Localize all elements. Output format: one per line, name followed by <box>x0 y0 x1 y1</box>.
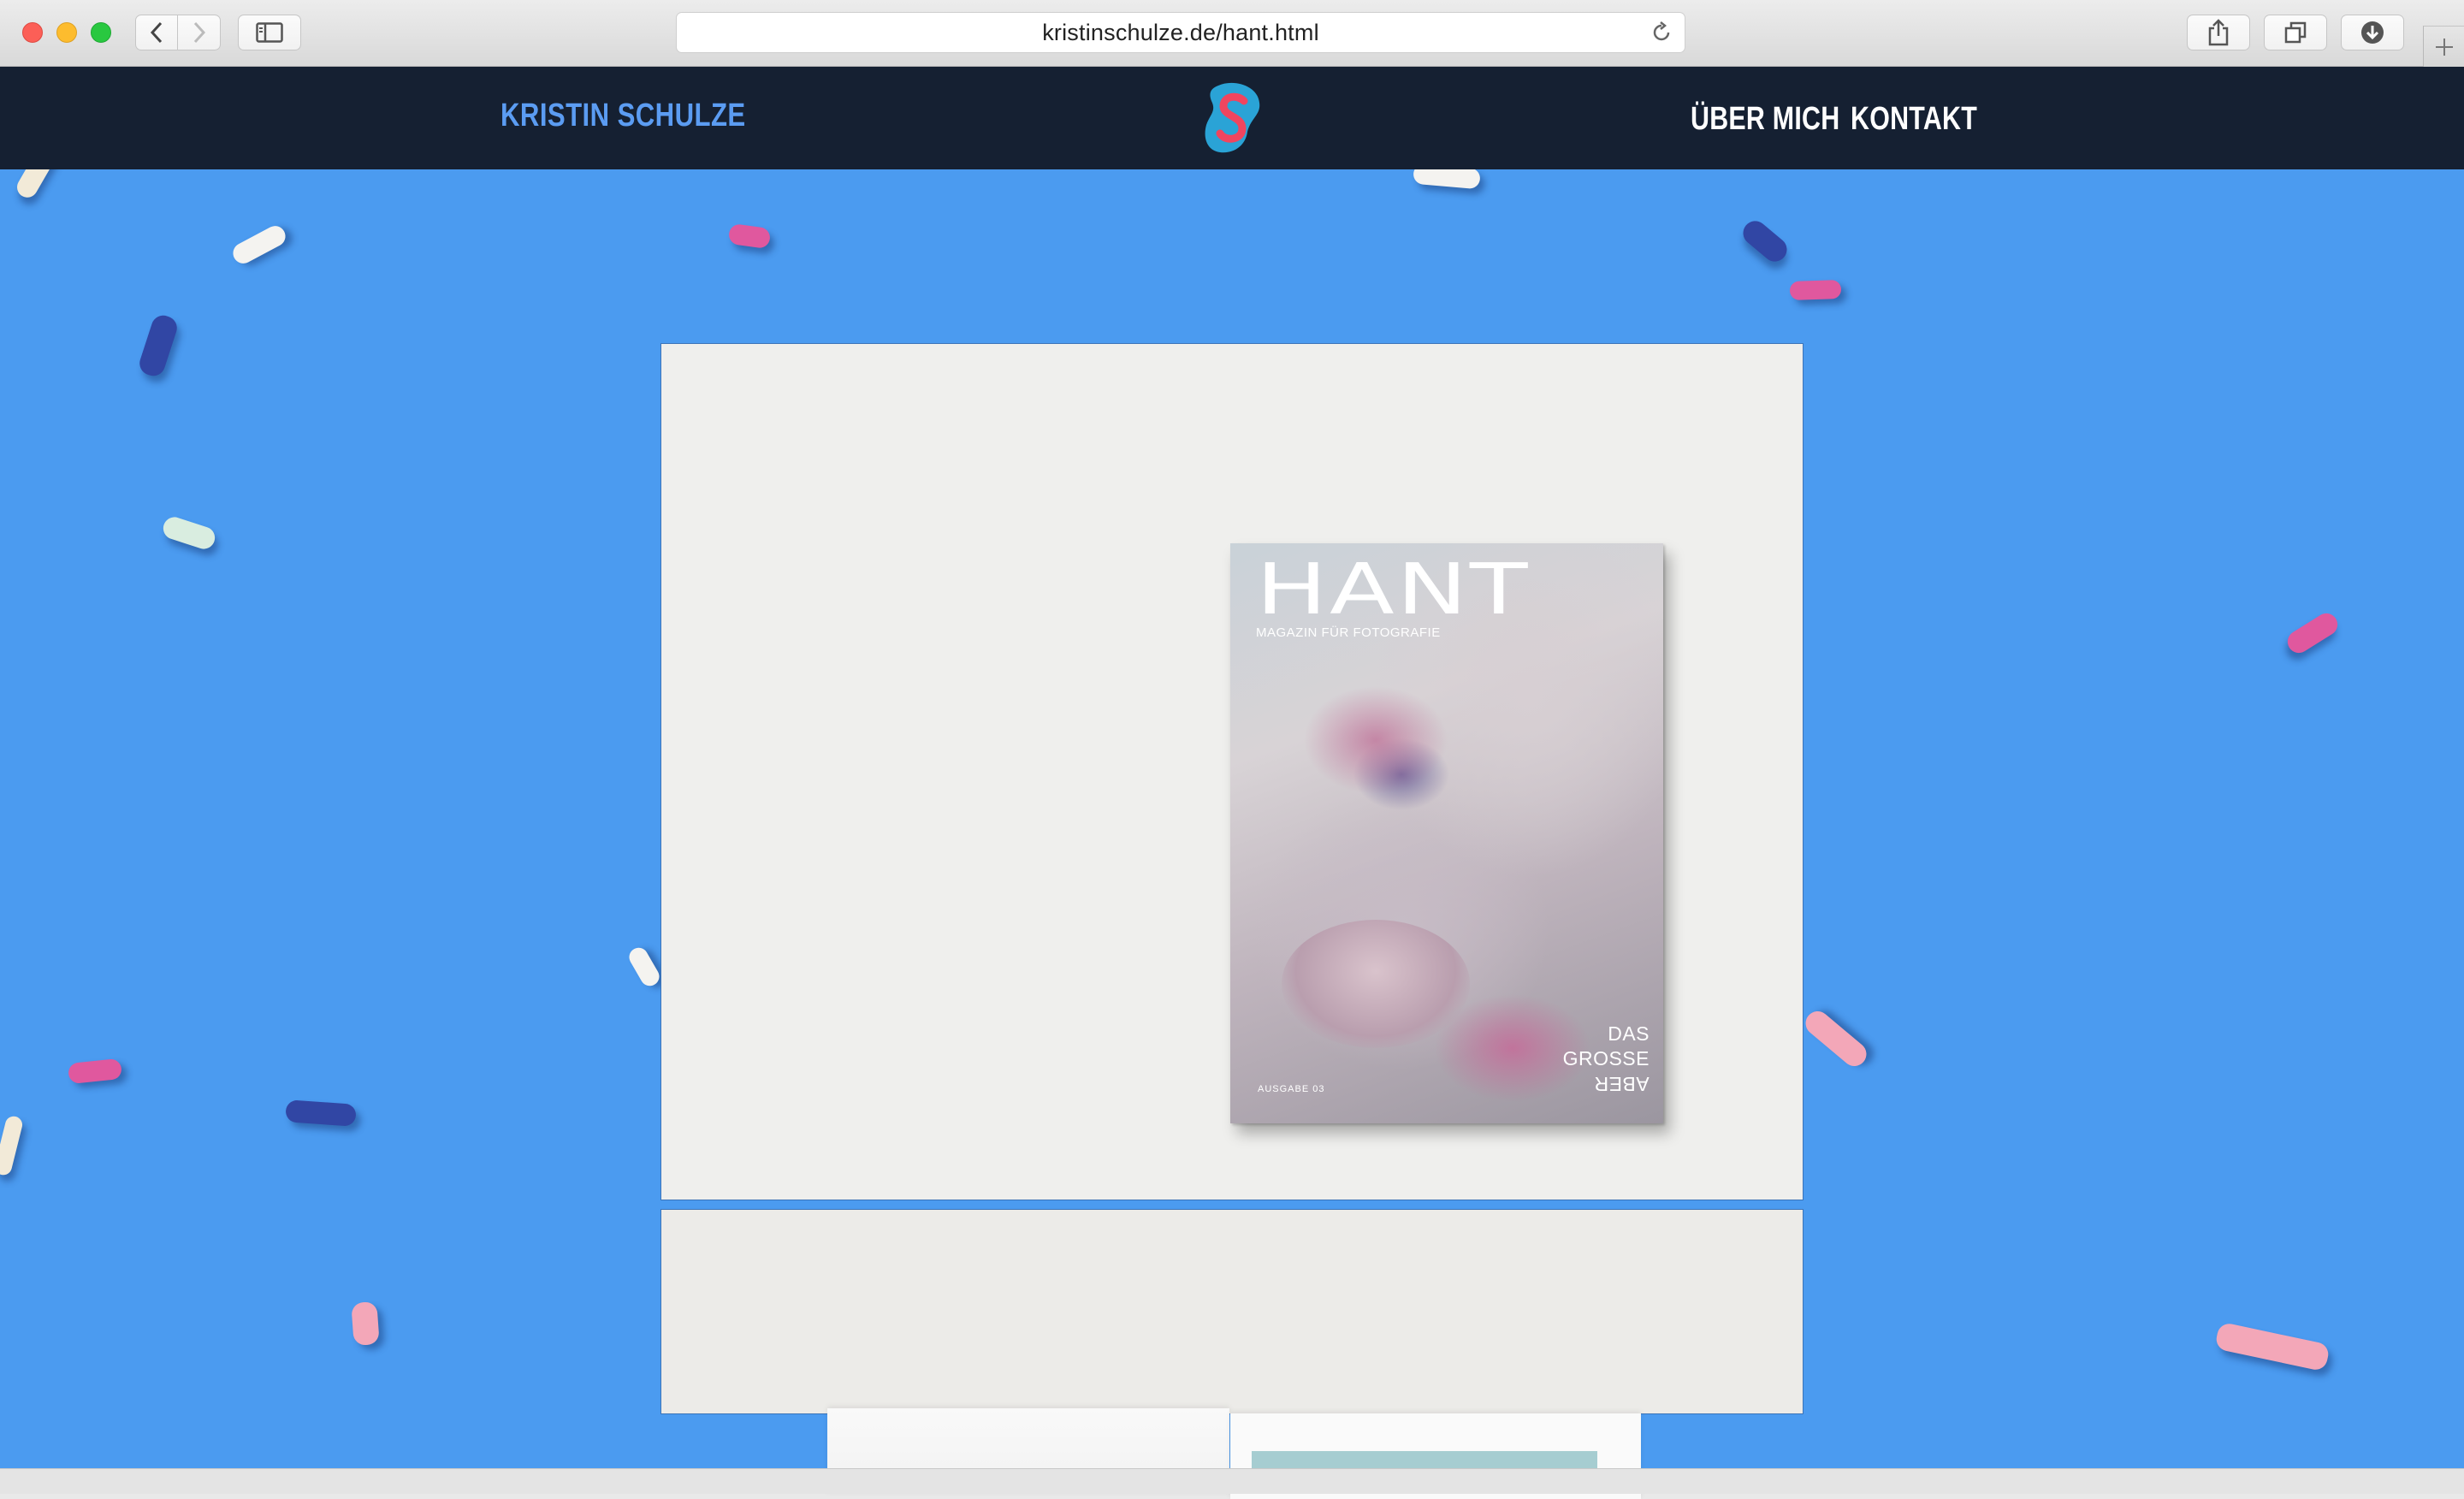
share-button[interactable] <box>2187 15 2250 50</box>
sprinkle-decoration <box>625 944 663 990</box>
s-logo-icon[interactable] <box>1199 80 1265 156</box>
browser-toolbar: kristinschulze.de/hant.html <box>0 0 2464 67</box>
sprinkle-decoration <box>229 222 289 268</box>
magazine-title: HANT <box>1256 549 1531 631</box>
magazine-issue: AUSGABE 03 <box>1258 1084 1325 1094</box>
sprinkle-decoration <box>1789 279 1842 301</box>
nav-link-contact[interactable]: KONTAKT <box>1851 101 1977 138</box>
zoom-window-button[interactable] <box>91 22 111 43</box>
sidebar-icon <box>256 22 283 43</box>
chevron-right-icon <box>193 21 205 44</box>
sprinkle-decoration <box>727 222 772 250</box>
forward-button[interactable] <box>178 15 221 50</box>
site-brand-link[interactable]: KRISTIN SCHULZE <box>500 98 746 134</box>
url-text: kristinschulze.de/hant.html <box>1042 19 1319 45</box>
close-window-button[interactable] <box>22 22 43 43</box>
magazine-subtitle: MAGAZIN FÜR FOTOGRAFIE <box>1256 625 1441 640</box>
sprinkle-decoration <box>351 1301 380 1346</box>
cover-photo-detail <box>1282 920 1470 1048</box>
share-icon <box>2208 19 2229 46</box>
sprinkle-decoration <box>136 312 181 379</box>
nav-link-about[interactable]: ÜBER MICH <box>1691 101 1839 138</box>
back-button[interactable] <box>135 15 178 50</box>
sprinkle-decoration <box>67 1058 123 1085</box>
magazine-cover-photo: HANT MAGAZIN FÜR FOTOGRAFIE DAS GROSSE A… <box>1230 543 1663 1123</box>
sprinkle-decoration <box>2283 609 2343 657</box>
gallery-image-2 <box>660 1209 1804 1414</box>
new-tab-button[interactable] <box>2423 26 2464 67</box>
chevron-left-icon <box>150 21 163 44</box>
sprinkle-decoration <box>160 514 218 552</box>
cover-line-3: ABER <box>1594 1073 1650 1095</box>
site-header: KRISTIN SCHULZE ÜBER MICH KONTAKT <box>0 67 2464 169</box>
sprinkle-decoration <box>1800 1006 1872 1071</box>
plus-icon <box>2435 38 2453 56</box>
sidebar-toggle-button[interactable] <box>238 15 301 50</box>
cover-line-1: DAS <box>1608 1022 1650 1045</box>
address-bar[interactable]: kristinschulze.de/hant.html <box>676 12 1685 53</box>
reload-icon[interactable] <box>1650 21 1673 44</box>
show-tabs-button[interactable] <box>2264 15 2327 50</box>
minimize-window-button[interactable] <box>56 22 77 43</box>
sprinkle-decoration <box>2214 1321 2331 1372</box>
sprinkle-decoration <box>285 1099 357 1127</box>
download-icon <box>2361 21 2384 44</box>
sprinkle-decoration <box>1738 216 1792 267</box>
tabs-icon <box>2284 21 2307 44</box>
cover-line-2: GROSSE <box>1562 1047 1650 1069</box>
sprinkle-decoration <box>0 1114 25 1177</box>
downloads-button[interactable] <box>2341 15 2404 50</box>
browser-status-bar <box>0 1468 2464 1494</box>
